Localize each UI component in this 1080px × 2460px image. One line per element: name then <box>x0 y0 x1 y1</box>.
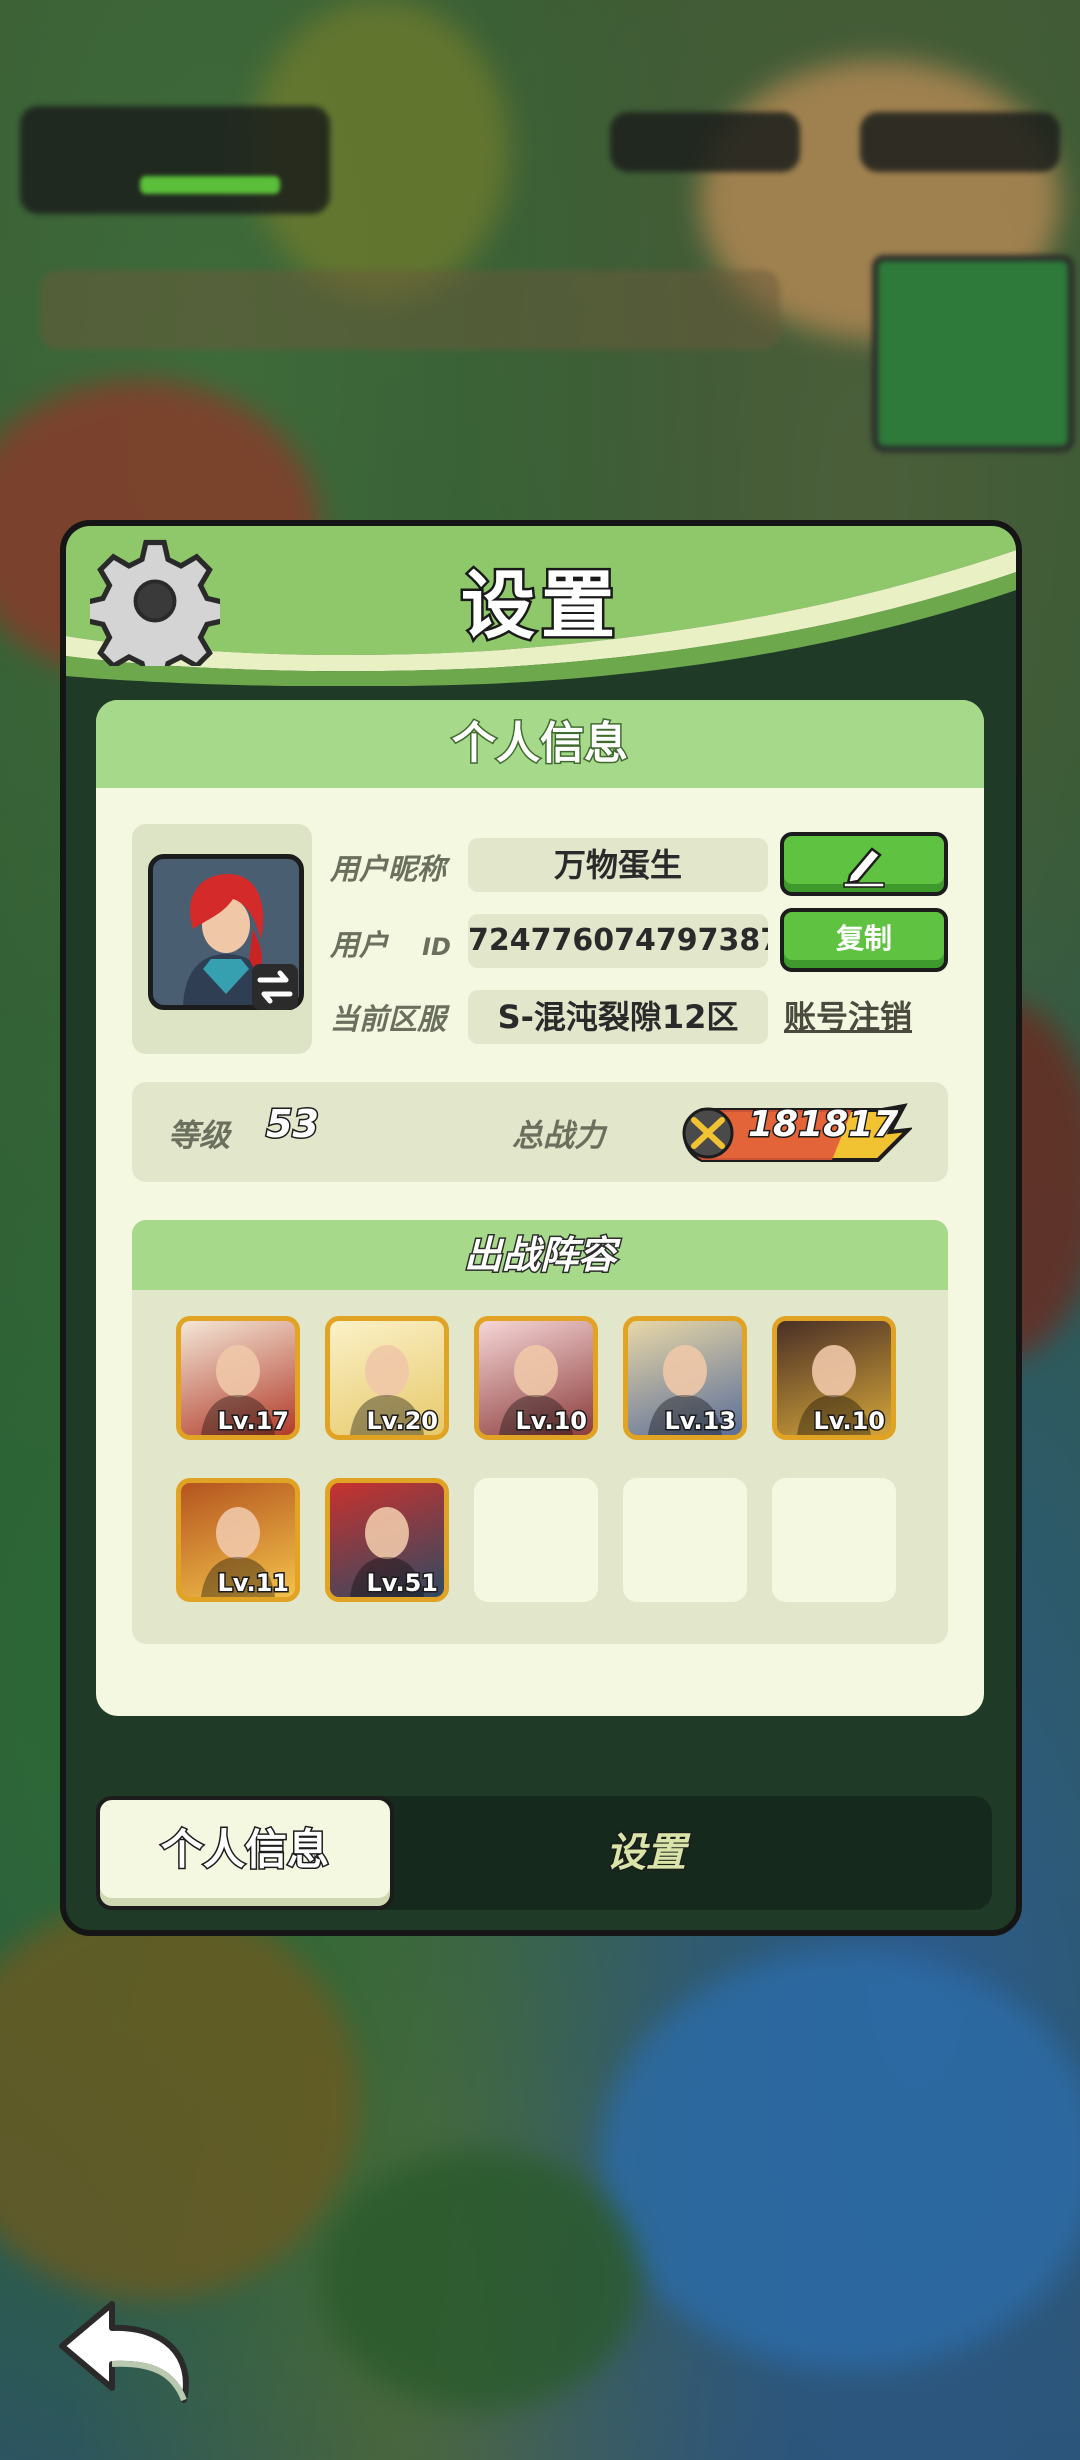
edit-nickname-button[interactable] <box>780 832 948 896</box>
hero-level: Lv.17 <box>216 1406 290 1436</box>
minimap[interactable] <box>872 255 1074 452</box>
hero-slot[interactable]: Lv.10 <box>772 1316 896 1440</box>
nickname-value: 万物蛋生 <box>468 838 768 892</box>
hero-slot[interactable]: Lv.51 <box>325 1478 449 1602</box>
player-hud[interactable] <box>20 106 330 214</box>
game-screen: 设置 个人信息 用户昵称 万物蛋生 用户 ID 72477607479738 复… <box>0 0 1080 2460</box>
power-value: 181817 <box>746 1103 899 1147</box>
nickname-label: 用户昵称 <box>330 852 447 886</box>
avatar-box[interactable] <box>132 824 312 1054</box>
delete-account-link[interactable]: 账号注销 <box>784 992 912 1038</box>
background-tree <box>320 2150 640 2410</box>
hero-level: Lv.13 <box>663 1406 737 1436</box>
lineup-header: 出战阵容 <box>132 1220 948 1290</box>
background-water <box>600 1950 1080 2370</box>
server-label: 当前区服 <box>330 1002 447 1036</box>
empty-hero-slot[interactable] <box>474 1478 598 1602</box>
exp-bar <box>140 176 280 194</box>
tab-personal-info[interactable]: 个人信息 <box>96 1796 394 1910</box>
background-tree <box>0 1900 360 2300</box>
userid-label: 用户 ID <box>330 928 451 962</box>
personal-info-card: 个人信息 用户昵称 万物蛋生 用户 ID 72477607479738 复制 当… <box>96 700 984 1716</box>
party-bar[interactable] <box>40 270 780 350</box>
userid-value: 7247760747973872 <box>468 914 768 968</box>
hero-level: Lv.10 <box>514 1406 588 1436</box>
panel-title: 设置 <box>459 561 621 652</box>
empty-hero-slot[interactable] <box>623 1478 747 1602</box>
hero-level: Lv.11 <box>216 1568 290 1598</box>
level-value: 53 <box>265 1101 321 1148</box>
gem-counter[interactable] <box>610 112 800 172</box>
hero-slot[interactable]: Lv.10 <box>474 1316 598 1440</box>
settings-panel: 设置 个人信息 用户昵称 万物蛋生 用户 ID 72477607479738 复… <box>60 520 1022 1936</box>
power-label: 总战力 <box>512 1118 605 1154</box>
pencil-icon <box>843 847 885 888</box>
empty-hero-slot[interactable] <box>772 1478 896 1602</box>
hero-level: Lv.20 <box>365 1406 439 1436</box>
hero-slot[interactable]: Lv.20 <box>325 1316 449 1440</box>
battle-lineup: 出战阵容 Lv.17 Lv.20 Lv.10 Lv.13 Lv.10 Lv.11 Lv.51 <box>132 1220 948 1644</box>
back-arrow-icon <box>59 2301 189 2403</box>
panel-header: 设置 <box>66 526 1016 686</box>
swap-icon[interactable] <box>252 964 298 1010</box>
level-label: 等级 <box>168 1118 230 1154</box>
hero-slot[interactable]: Lv.17 <box>176 1316 300 1440</box>
tab-bar: 个人信息 设置 <box>96 1796 992 1910</box>
personal-info-header: 个人信息 <box>96 700 984 788</box>
hero-slot[interactable]: Lv.11 <box>176 1478 300 1602</box>
tab-settings[interactable]: 设置 <box>496 1796 796 1910</box>
hero-slot[interactable]: Lv.13 <box>623 1316 747 1440</box>
gold-counter[interactable] <box>860 112 1060 172</box>
copy-button[interactable]: 复制 <box>780 908 948 972</box>
back-button[interactable] <box>54 2296 204 2406</box>
stats-bar: 等级 53 总战力 181817 <box>132 1082 948 1182</box>
server-value: S-混沌裂隙12区 <box>468 990 768 1044</box>
hero-level: Lv.10 <box>812 1406 886 1436</box>
hero-level: Lv.51 <box>365 1568 439 1598</box>
